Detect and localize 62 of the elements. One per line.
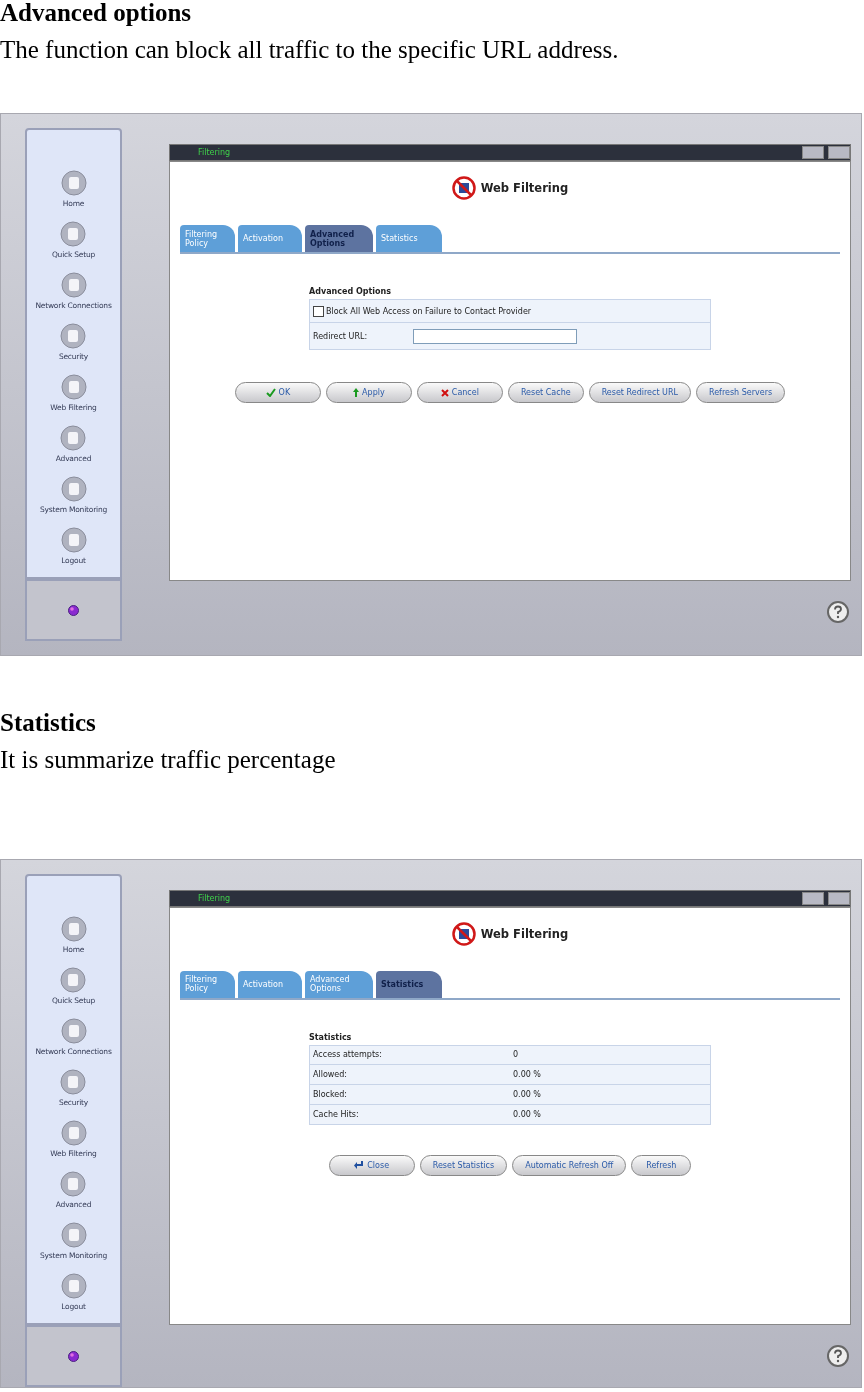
- help-icon[interactable]: [827, 601, 849, 623]
- globe-icon: [68, 604, 79, 616]
- action-button[interactable]: Refresh: [631, 1154, 692, 1176]
- return-arrow-icon: [354, 1161, 365, 1170]
- page-title: Web Filtering: [480, 181, 569, 195]
- globe-icon: [68, 1350, 79, 1362]
- action-button[interactable]: Automatic Refresh Off: [512, 1154, 627, 1176]
- nav-icon: [60, 476, 87, 502]
- check-icon: [265, 388, 276, 397]
- tab[interactable]: Statistics: [376, 970, 442, 998]
- nav-icon: [60, 916, 87, 942]
- action-button[interactable]: Close: [328, 1154, 415, 1176]
- nav-icon: [60, 1069, 87, 1095]
- action-button[interactable]: Reset Statistics: [419, 1154, 508, 1176]
- page-title: Web Filtering: [480, 926, 569, 941]
- action-button[interactable]: Cancel: [416, 382, 503, 403]
- stat-value: 0.00 %: [513, 1109, 541, 1119]
- help-icon[interactable]: [827, 1345, 849, 1368]
- panel-title: Statistics: [309, 1032, 352, 1042]
- action-button[interactable]: Apply: [325, 382, 412, 403]
- nav-icon: [60, 1171, 87, 1197]
- checkbox-label: Block All Web Access on Failure to Contact Provider: [326, 306, 532, 316]
- section-heading: Advanced options: [0, 0, 191, 26]
- window-button[interactable]: [828, 891, 850, 905]
- nav-icon: [60, 272, 87, 298]
- nav-icon: [60, 1273, 87, 1299]
- nav-icon: [60, 967, 87, 993]
- nav-icon: [60, 170, 87, 196]
- nav-icon: [60, 374, 87, 400]
- field-label: Redirect URL:: [313, 331, 369, 341]
- no-entry-icon: [451, 176, 476, 200]
- up-arrow-icon: [353, 388, 360, 397]
- stat-value: 0.00 %: [513, 1089, 541, 1099]
- nav-icon: [60, 1222, 87, 1248]
- nav-icon: [60, 1018, 87, 1044]
- nav-icon: [60, 425, 87, 451]
- action-button[interactable]: Refresh Servers: [695, 382, 786, 403]
- window-title: Filtering: [198, 893, 232, 903]
- no-entry-icon: [451, 921, 476, 946]
- action-button[interactable]: Reset Cache: [507, 382, 584, 403]
- section-heading: Statistics: [0, 710, 96, 736]
- nav-icon: [60, 527, 87, 553]
- nav-icon: [60, 221, 87, 247]
- checkbox[interactable]: [313, 305, 324, 317]
- stat-label: Cache Hits:: [313, 1109, 360, 1119]
- window-title: Filtering: [198, 148, 232, 157]
- stat-value: 0.00 %: [513, 1069, 541, 1079]
- nav-icon: [60, 323, 87, 349]
- cross-icon: [440, 388, 449, 397]
- section-description: The function can block all traffic to the specific URL address.: [0, 37, 619, 63]
- panel-title: Advanced Options: [309, 287, 391, 296]
- window-button[interactable]: [802, 891, 824, 905]
- stat-value: 0: [513, 1050, 519, 1060]
- redirect-url-field[interactable]: [413, 328, 577, 344]
- stat-label: Blocked:: [313, 1089, 349, 1099]
- action-button[interactable]: OK: [234, 382, 321, 403]
- action-button[interactable]: Reset Redirect URL: [588, 382, 691, 403]
- stat-label: Allowed:: [313, 1069, 349, 1079]
- nav-icon: [60, 1120, 87, 1146]
- tab[interactable]: Advanced Options: [305, 225, 373, 252]
- section-description: It is summarize traffic percentage: [0, 747, 336, 773]
- stat-label: Access attempts:: [313, 1050, 383, 1060]
